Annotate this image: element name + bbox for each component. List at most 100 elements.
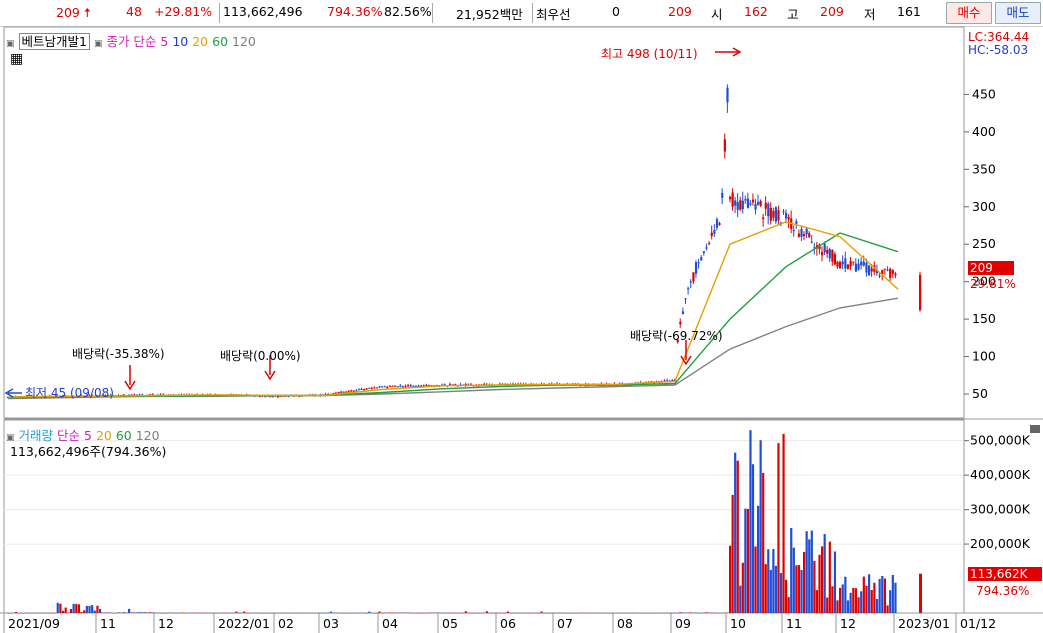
ma60-legend: 60 xyxy=(212,34,229,49)
volume-bar xyxy=(501,612,504,614)
candle xyxy=(694,262,698,274)
volume-bar xyxy=(496,612,499,614)
volume-bar xyxy=(459,612,462,614)
volume-bar xyxy=(17,612,20,614)
volume-y-tick-label: 500,000K xyxy=(970,433,1031,448)
volume-bar xyxy=(409,612,412,614)
volume-bar xyxy=(875,598,879,613)
volume-bar xyxy=(608,612,611,614)
volume-bar xyxy=(813,560,816,613)
volume-bar xyxy=(828,541,831,613)
candle xyxy=(277,396,280,398)
stock-chart[interactable]: 50100150200250300350400450200,000K300,00… xyxy=(0,0,1043,633)
volume-bar xyxy=(810,530,813,613)
stock-name[interactable]: 베트남개발1 xyxy=(18,33,90,50)
volume-bar xyxy=(865,585,868,613)
candle xyxy=(844,258,847,269)
volume-bar xyxy=(480,612,483,614)
candle xyxy=(721,193,724,198)
volume-bar xyxy=(355,612,358,614)
candle xyxy=(787,217,790,220)
y-tick-label: 400 xyxy=(972,124,996,139)
y-tick-label: 300 xyxy=(972,199,996,214)
volume-bar xyxy=(101,612,104,614)
volume-bar xyxy=(723,612,726,614)
volume-bar xyxy=(188,612,191,614)
volume-bar xyxy=(504,612,507,614)
candle xyxy=(381,386,384,388)
volume-bar xyxy=(509,612,512,614)
volume-bar xyxy=(319,612,322,614)
candle xyxy=(396,386,399,388)
volume-bar xyxy=(684,612,687,614)
volume-bar xyxy=(125,612,128,614)
volume-bar xyxy=(652,612,656,614)
ma5-legend: 5 xyxy=(160,34,169,49)
volume-bar xyxy=(407,612,410,614)
volume-bar xyxy=(48,612,51,614)
candle xyxy=(857,263,860,270)
volume-bar xyxy=(694,612,698,614)
candle xyxy=(713,229,716,234)
volume-bar xyxy=(269,612,272,614)
candle xyxy=(684,298,687,300)
current-price-tag: 209 xyxy=(968,261,1014,275)
volume-bar xyxy=(787,597,790,613)
candle xyxy=(767,203,770,217)
volume-bar xyxy=(40,612,44,614)
volume-bar xyxy=(600,612,603,614)
candle xyxy=(718,223,721,225)
candle xyxy=(868,265,871,276)
volume-bar xyxy=(248,612,251,614)
candle xyxy=(363,388,366,390)
volume-bar xyxy=(391,612,394,614)
candle xyxy=(734,200,737,206)
candle xyxy=(342,391,345,393)
volume-bar xyxy=(401,612,405,614)
volume-bar xyxy=(553,612,556,614)
volume-bar xyxy=(388,612,392,613)
low-annotation: 최저 45 (09/08) xyxy=(25,386,114,400)
dividend-annotation-3: 배당락(-69.72%) xyxy=(630,329,723,343)
volume-bar xyxy=(792,547,795,613)
volume-bar xyxy=(198,612,201,614)
volume-bar xyxy=(556,612,559,614)
volume-bar xyxy=(681,612,685,614)
hc-value: HC:-58.03 xyxy=(968,43,1029,57)
volume-bar xyxy=(618,612,621,614)
candle xyxy=(769,207,772,221)
candle xyxy=(831,249,834,262)
volume-bar xyxy=(687,612,690,614)
volume-bar xyxy=(808,539,811,613)
grid-table-icon[interactable]: ▦ xyxy=(10,51,23,67)
volume-bar xyxy=(433,612,436,614)
volume-bar xyxy=(833,551,837,613)
volume-bar xyxy=(561,612,564,614)
volume-bar xyxy=(96,605,99,613)
x-tick-label: 2023/01 xyxy=(898,616,950,631)
volume-bar xyxy=(75,603,78,613)
volume-bar xyxy=(550,612,554,614)
volume-bar xyxy=(316,612,319,614)
candle xyxy=(828,249,831,259)
candle xyxy=(679,321,682,325)
volume-bar xyxy=(240,612,243,614)
volume-bar xyxy=(754,546,757,613)
x-tick-label: 12 xyxy=(840,616,856,631)
candle xyxy=(836,261,839,267)
volume-bar xyxy=(203,612,207,614)
volume-bar xyxy=(420,612,423,614)
volume-bar xyxy=(322,612,325,614)
panel-menu-icon[interactable] xyxy=(1030,425,1040,433)
candle xyxy=(777,210,780,221)
volume-bar xyxy=(790,528,793,613)
volume-bar xyxy=(650,612,653,614)
volume-bar xyxy=(647,612,650,614)
y-tick-label: 150 xyxy=(972,311,996,326)
volume-bar xyxy=(454,612,457,614)
volume-bar xyxy=(689,612,692,613)
volume-bar xyxy=(629,612,632,614)
volume-bar xyxy=(334,612,338,614)
current-volume-pct: 794.36% xyxy=(976,584,1030,598)
candle xyxy=(800,228,803,237)
